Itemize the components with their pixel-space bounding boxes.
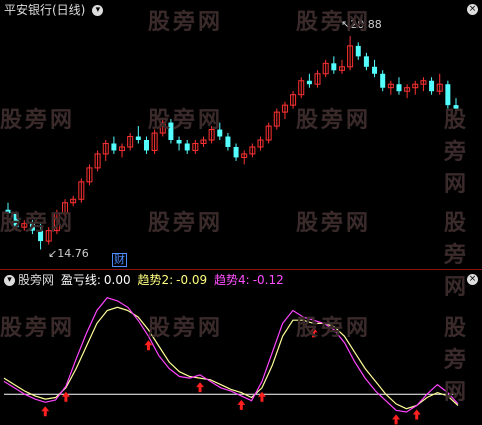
chevron-down-icon[interactable]: ▾: [92, 5, 104, 16]
low-price-label: ↙14.76: [48, 247, 89, 260]
buy-arrow-icon: [412, 409, 421, 420]
candle-body-down: [306, 80, 312, 85]
candle-body-down: [355, 45, 361, 57]
watermark: 股旁网: [0, 108, 76, 133]
watermark: 股旁网: [444, 316, 470, 405]
watermark: 股旁网: [296, 10, 372, 35]
watermark: 股旁网: [296, 108, 372, 133]
watermark: 股旁网: [0, 316, 76, 341]
chevron-down-icon[interactable]: ▾: [4, 275, 15, 286]
indicator-label-1: 趋势2:: [137, 273, 174, 287]
close-icon[interactable]: ×: [467, 4, 478, 15]
candle-body-down: [111, 143, 117, 151]
indicator-value-0: 0.00: [103, 273, 131, 287]
watermark: 股旁网: [0, 211, 76, 236]
watermark: 股旁网: [148, 211, 224, 236]
watermark: 股旁网: [148, 108, 224, 133]
watermark: 股旁网: [148, 10, 224, 35]
candle-body-down: [135, 136, 141, 140]
buy-arrow-icon: [41, 406, 50, 417]
candle-body-down: [143, 140, 149, 151]
indicator-source[interactable]: 股旁网: [18, 273, 54, 287]
indicator-value-2: -0.12: [252, 273, 284, 287]
candle-body-down: [380, 73, 386, 88]
candle-body-down: [233, 146, 239, 158]
finance-event-marker[interactable]: 财: [112, 253, 127, 267]
candle-body-down: [429, 80, 435, 92]
candle-body-down: [372, 66, 378, 74]
buy-arrow-icon: [196, 382, 205, 393]
candle-body-down: [396, 84, 402, 92]
buy-arrow-icon: [257, 391, 266, 402]
watermark: 股旁网: [296, 211, 372, 236]
buy-arrow-icon: [392, 414, 401, 425]
watermark: 股旁网: [296, 316, 372, 341]
price-header: 平安银行(日线) ▾: [4, 3, 106, 17]
indicator-header: ▾ 股旁网 盈亏线: 0.00 趋势2: -0.09 趋势4: -0.12: [4, 273, 287, 287]
candle-body-down: [225, 136, 231, 147]
buy-arrow-icon: [237, 399, 246, 410]
candle-body-down: [176, 140, 182, 144]
chart-window: 平安银行(日线) ▾ × ▾ 股旁网 盈亏线: 0.00 趋势2: -0.09 趋势4:…: [0, 0, 482, 425]
indicator-label-2: 趋势4:: [214, 273, 250, 287]
watermark: 股旁网: [444, 211, 470, 300]
candle-body-down: [331, 63, 337, 71]
candle-body-down: [363, 56, 369, 67]
buy-arrow-icon: [61, 391, 70, 402]
indicator-label-0: 盈亏线:: [60, 273, 101, 287]
stock-title[interactable]: 平安银行(日线): [4, 3, 85, 17]
candle-body-down: [184, 143, 190, 151]
watermark: 股旁网: [444, 108, 470, 197]
indicator-value-1: -0.09: [176, 273, 208, 287]
watermark: 股旁网: [148, 316, 224, 341]
